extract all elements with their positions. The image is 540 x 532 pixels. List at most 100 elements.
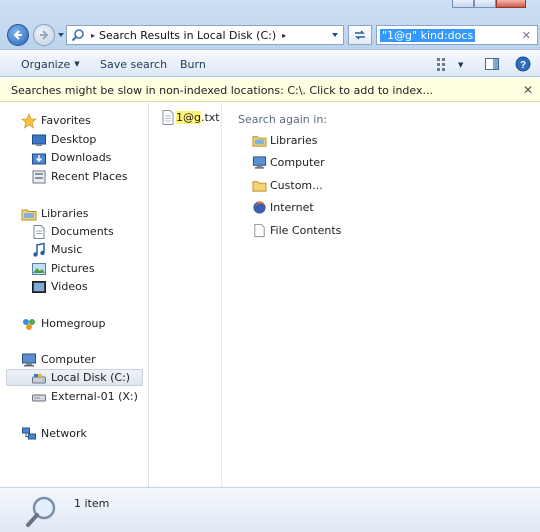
nav-recent-places-label: Recent Places <box>51 170 128 183</box>
recent-pages-dropdown[interactable] <box>57 31 65 39</box>
videos-icon <box>32 280 46 293</box>
address-bar[interactable]: ▸ Search Results in Local Disk (C:) ▸ <box>66 25 344 45</box>
item-count: 1 item <box>74 497 110 510</box>
nav-local-disk-label: Local Disk (C:) <box>51 371 131 384</box>
network-icon <box>22 427 36 439</box>
search-again-computer[interactable]: Computer <box>252 155 325 170</box>
search-again-file-contents[interactable]: File Contents <box>252 223 341 238</box>
downloads-icon <box>32 153 46 164</box>
libraries-icon <box>252 136 267 147</box>
result-file[interactable]: 1@g.txt <box>162 110 220 125</box>
pictures-icon <box>32 262 46 275</box>
info-bar-message[interactable]: Searches might be slow in non-indexed lo… <box>11 84 433 97</box>
external-drive-icon <box>32 394 46 401</box>
arrow-right-icon <box>40 30 49 40</box>
navigation-pane: Favorites Desktop Downloads Recent Place… <box>0 103 149 487</box>
nav-recent-places[interactable]: Recent Places <box>31 168 128 185</box>
arrow-left-icon <box>13 30 22 40</box>
nav-desktop-label: Desktop <box>51 133 97 146</box>
documents-icon <box>33 224 45 239</box>
back-button[interactable] <box>7 24 29 46</box>
local-disk-icon <box>32 373 46 383</box>
result-file-name-extension: .txt <box>200 111 220 124</box>
nav-pictures[interactable]: Pictures <box>31 260 95 277</box>
command-bar: Organize ▼ Save search Burn ▼ ? <box>0 51 540 77</box>
search-again-internet[interactable]: Internet <box>252 200 314 215</box>
nav-videos[interactable]: Videos <box>31 278 88 295</box>
nav-favorites-label: Favorites <box>41 114 91 127</box>
result-file-name-match: 1@g <box>176 111 201 124</box>
nav-downloads[interactable]: Downloads <box>31 149 111 166</box>
search-again-computer-label: Computer <box>270 156 325 169</box>
nav-desktop[interactable]: Desktop <box>31 131 96 148</box>
search-magnifier-icon <box>26 496 56 527</box>
nav-libraries[interactable]: Libraries <box>21 205 89 222</box>
search-again-internet-label: Internet <box>270 201 314 214</box>
info-bar-close-button[interactable]: ✕ <box>523 83 533 97</box>
nav-computer[interactable]: Computer <box>21 351 96 368</box>
nav-documents-label: Documents <box>51 225 114 238</box>
refresh-icon <box>355 30 365 40</box>
folder-icon <box>252 181 267 192</box>
save-search-button[interactable]: Save search <box>100 58 167 71</box>
title-bar: ▸ Search Results in Local Disk (C:) ▸ "1… <box>0 0 540 50</box>
text-file-icon <box>162 110 174 125</box>
minimize-button[interactable] <box>452 0 474 8</box>
search-again-custom-label: Custom... <box>270 179 323 192</box>
search-again-libraries[interactable]: Libraries <box>252 133 318 148</box>
nav-videos-label: Videos <box>51 280 88 293</box>
nav-external-drive[interactable]: External-01 (X:) <box>31 388 138 405</box>
organize-button[interactable]: Organize ▼ <box>21 58 80 71</box>
views-dropdown-icon[interactable]: ▼ <box>458 61 463 69</box>
desktop-icon <box>32 134 46 146</box>
nav-documents[interactable]: Documents <box>31 223 114 240</box>
search-again-libraries-label: Libraries <box>270 134 318 147</box>
results-list: 1@g.txt <box>150 103 222 487</box>
nav-network[interactable]: Network <box>21 425 87 442</box>
search-again-file-contents-label: File Contents <box>270 224 342 237</box>
libraries-icon <box>21 209 37 220</box>
breadcrumb-separator[interactable]: ▸ <box>91 31 95 40</box>
organize-caret-icon: ▼ <box>74 60 80 68</box>
nav-local-disk[interactable]: Local Disk (C:) <box>6 369 143 386</box>
preview-pane-icon[interactable] <box>484 56 500 72</box>
search-folder-icon <box>71 29 84 42</box>
internet-icon <box>253 201 266 214</box>
nav-music-label: Music <box>51 243 83 256</box>
file-icon <box>254 223 265 238</box>
search-again-heading: Search again in: <box>238 113 328 126</box>
computer-icon <box>252 156 267 169</box>
search-input[interactable]: "1@g" kind:docs ✕ <box>376 25 538 45</box>
nav-external-drive-label: External-01 (X:) <box>51 390 138 403</box>
search-query-text[interactable]: "1@g" kind:docs <box>380 28 476 42</box>
address-dropdown-icon[interactable] <box>331 31 339 39</box>
nav-pictures-label: Pictures <box>51 262 95 275</box>
search-again-custom[interactable]: Custom... <box>252 178 323 193</box>
refresh-button[interactable] <box>348 25 372 45</box>
nav-homegroup[interactable]: Homegroup <box>21 315 105 332</box>
change-view-icon[interactable] <box>435 56 451 72</box>
details-pane: 1 item <box>0 487 540 532</box>
breadcrumb-search-results[interactable]: Search Results in Local Disk (C:) <box>99 29 276 42</box>
star-icon <box>21 112 37 129</box>
homegroup-icon <box>23 318 35 330</box>
help-icon[interactable]: ? <box>515 56 531 72</box>
nav-favorites[interactable]: Favorites <box>21 112 91 129</box>
maximize-button[interactable] <box>474 0 496 8</box>
forward-button[interactable] <box>33 24 55 46</box>
info-bar[interactable]: Searches might be slow in non-indexed lo… <box>0 78 540 102</box>
nav-music[interactable]: Music <box>31 241 82 258</box>
window-controls <box>452 0 526 8</box>
nav-downloads-label: Downloads <box>51 151 112 164</box>
breadcrumb-trail-separator[interactable]: ▸ <box>282 31 286 40</box>
close-window-button[interactable] <box>496 0 526 8</box>
clear-search-icon[interactable]: ✕ <box>522 29 531 42</box>
svg-text:?: ? <box>520 60 526 71</box>
recent-places-icon <box>32 170 46 183</box>
computer-icon <box>22 353 36 366</box>
nav-libraries-label: Libraries <box>41 207 89 220</box>
nav-homegroup-label: Homegroup <box>41 317 106 330</box>
burn-button[interactable]: Burn <box>180 58 206 71</box>
music-icon <box>33 242 45 257</box>
content-pane: 1@g.txt Search again in: Libraries Compu… <box>150 103 540 487</box>
